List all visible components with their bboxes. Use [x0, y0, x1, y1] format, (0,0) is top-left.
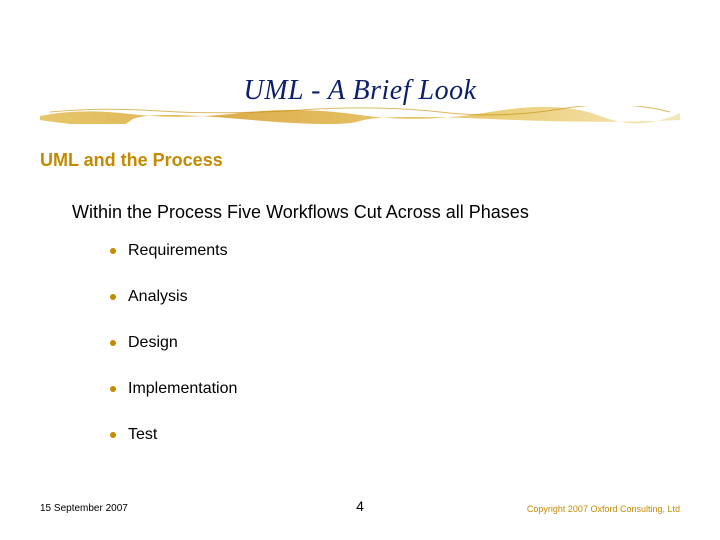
- list-item: Test: [110, 426, 237, 444]
- list-item: Implementation: [110, 380, 237, 398]
- underline-brush-icon: [40, 106, 680, 124]
- slide: UML - A Brief Look UML and the Process W…: [0, 0, 720, 540]
- intro-text: Within the Process Five Workflows Cut Ac…: [72, 202, 529, 223]
- bullet-list: Requirements Analysis Design Implementat…: [110, 242, 237, 472]
- section-heading: UML and the Process: [40, 150, 223, 171]
- footer-copyright: Copyright 2007 Oxford Consulting, Ltd: [527, 504, 680, 514]
- list-item: Requirements: [110, 242, 237, 260]
- slide-title: UML - A Brief Look: [0, 75, 720, 107]
- list-item: Design: [110, 334, 237, 352]
- list-item: Analysis: [110, 288, 237, 306]
